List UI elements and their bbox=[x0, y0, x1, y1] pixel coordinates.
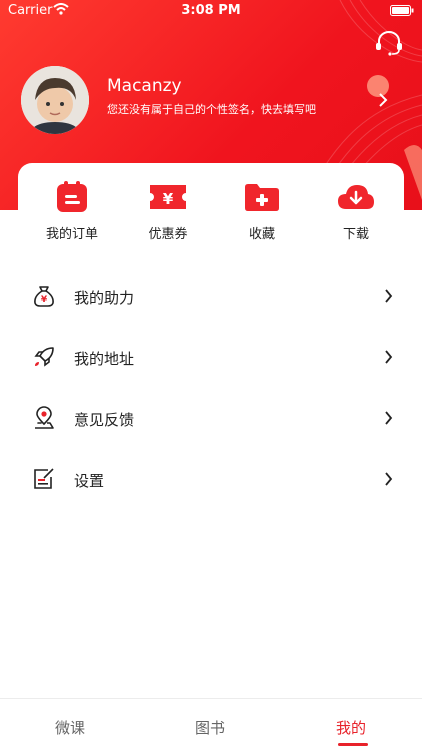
tab-micro-course[interactable]: 微课 bbox=[20, 717, 120, 738]
chevron-right-icon bbox=[385, 289, 393, 303]
rocket-icon bbox=[34, 347, 54, 367]
menu-item-my-address[interactable]: 我的地址 bbox=[0, 326, 422, 387]
quick-action-orders[interactable]: 我的订单 bbox=[34, 181, 110, 242]
chevron-right-icon bbox=[385, 472, 393, 486]
tab-books[interactable]: 图书 bbox=[160, 717, 260, 738]
svg-text:¥: ¥ bbox=[163, 190, 174, 208]
favorite-folder-icon bbox=[245, 184, 279, 211]
quick-actions-card: 我的订单 ¥ 优惠券 收藏 下载 bbox=[18, 163, 404, 258]
quick-action-favorites[interactable]: 收藏 bbox=[224, 181, 300, 242]
order-icon bbox=[57, 181, 87, 212]
location-pin-icon bbox=[35, 406, 54, 429]
chevron-right-icon bbox=[385, 411, 393, 425]
menu-list: ¥ 我的助力 我的地址 意见反馈 设置 bbox=[0, 265, 422, 509]
status-time: 3:08 PM bbox=[181, 3, 241, 18]
quick-action-label: 我的订单 bbox=[45, 227, 98, 242]
quick-action-label: 优惠券 bbox=[148, 227, 188, 242]
coupon-icon: ¥ bbox=[150, 185, 186, 209]
edit-note-icon bbox=[34, 468, 54, 489]
signature-text[interactable]: 您还没有属于自己的个性签名，快去填写吧 bbox=[107, 101, 316, 117]
tab-mine[interactable]: 我的 bbox=[301, 717, 401, 738]
active-tab-indicator bbox=[338, 743, 368, 746]
customer-service-icon[interactable] bbox=[374, 30, 404, 56]
chevron-right-icon[interactable] bbox=[378, 93, 388, 107]
avatar-image bbox=[21, 66, 89, 134]
svg-text:¥: ¥ bbox=[41, 295, 48, 305]
avatar[interactable] bbox=[21, 66, 89, 134]
quick-action-downloads[interactable]: 下载 bbox=[318, 181, 394, 242]
menu-item-my-boost[interactable]: ¥ 我的助力 bbox=[0, 265, 422, 326]
menu-item-feedback[interactable]: 意见反馈 bbox=[0, 387, 422, 448]
menu-item-settings[interactable]: 设置 bbox=[0, 448, 422, 509]
menu-item-label: 设置 bbox=[74, 472, 105, 490]
tab-bar: 微课 图书 我的 bbox=[0, 698, 422, 751]
battery-icon bbox=[390, 5, 414, 16]
chevron-right-icon bbox=[385, 350, 393, 364]
quick-action-label: 收藏 bbox=[248, 227, 275, 242]
download-cloud-icon bbox=[338, 185, 374, 209]
quick-action-coupons[interactable]: ¥ 优惠券 bbox=[130, 181, 206, 242]
quick-action-label: 下载 bbox=[342, 227, 369, 242]
money-bag-icon: ¥ bbox=[34, 286, 54, 307]
menu-item-label: 我的助力 bbox=[74, 289, 135, 307]
menu-item-label: 我的地址 bbox=[74, 350, 135, 368]
username: Macanzy bbox=[107, 76, 182, 96]
status-bar: Carrier 3:08 PM bbox=[0, 0, 422, 22]
menu-item-label: 意见反馈 bbox=[74, 411, 135, 429]
